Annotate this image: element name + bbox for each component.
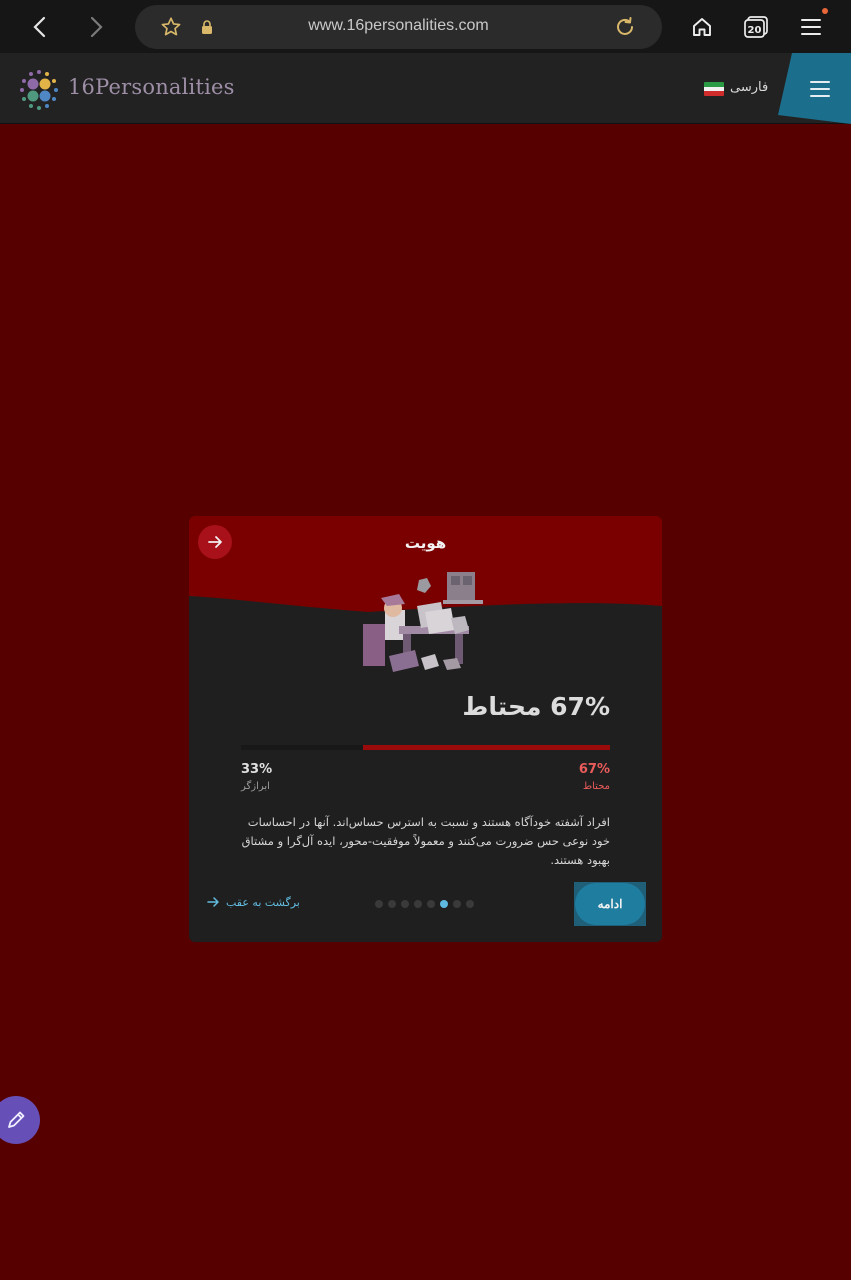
page-dot bbox=[388, 900, 396, 908]
reload-icon[interactable] bbox=[612, 14, 638, 40]
tabs-icon[interactable]: 20 bbox=[742, 14, 770, 40]
trait-description: افراد آشفته خودآگاه هستند و نسبت به استر… bbox=[241, 815, 610, 867]
language-selector[interactable]: فارسی bbox=[730, 80, 768, 95]
continue-button-frame: ادامه bbox=[574, 882, 646, 926]
home-icon[interactable] bbox=[689, 14, 715, 40]
logo-text[interactable]: 16Personalities bbox=[68, 75, 235, 99]
back-link-label: برگشت به عقب bbox=[226, 895, 300, 909]
left-trait-label: ابرازگر bbox=[241, 781, 270, 792]
result-card: هویت 67% محتاط 67% محتاط 33% ابرازگر افر… bbox=[189, 516, 662, 942]
page-dot bbox=[440, 900, 448, 908]
logo-icon[interactable] bbox=[16, 67, 62, 113]
continue-button[interactable]: ادامه bbox=[575, 883, 645, 925]
card-title: هویت bbox=[404, 534, 447, 552]
page-dot bbox=[375, 900, 383, 908]
site-header: 16Personalities فارسی bbox=[0, 53, 851, 124]
arrow-right-small-icon bbox=[207, 897, 219, 907]
menu-icon[interactable] bbox=[798, 14, 824, 40]
result-headline: 67% محتاط bbox=[462, 692, 610, 721]
notification-dot bbox=[822, 8, 828, 14]
browser-toolbar: www.16personalities.com 20 bbox=[0, 0, 851, 53]
left-trait-percent: 33% bbox=[241, 762, 273, 777]
edit-fab[interactable] bbox=[0, 1096, 40, 1144]
iran-flag-icon[interactable] bbox=[704, 82, 724, 96]
page-dot bbox=[427, 900, 435, 908]
right-trait-percent: 67% bbox=[578, 762, 610, 777]
back-link[interactable]: برگشت به عقب bbox=[206, 895, 300, 909]
trait-progress-fill bbox=[362, 745, 610, 750]
site-menu-button[interactable] bbox=[778, 53, 851, 124]
address-bar[interactable]: www.16personalities.com bbox=[135, 5, 662, 49]
page-dot bbox=[414, 900, 422, 908]
url-text[interactable]: www.16personalities.com bbox=[135, 17, 662, 35]
tab-count: 20 bbox=[748, 25, 762, 36]
pencil-icon bbox=[8, 1111, 25, 1128]
back-icon[interactable] bbox=[23, 10, 57, 44]
page-indicator bbox=[375, 900, 474, 910]
page-dot bbox=[466, 900, 474, 908]
trait-progress-bar bbox=[241, 745, 610, 750]
anxious-person-illustration bbox=[363, 572, 483, 672]
right-trait-label: محتاط bbox=[582, 781, 610, 792]
page-dot bbox=[453, 900, 461, 908]
forward-icon[interactable] bbox=[79, 10, 113, 44]
page-dot bbox=[401, 900, 409, 908]
